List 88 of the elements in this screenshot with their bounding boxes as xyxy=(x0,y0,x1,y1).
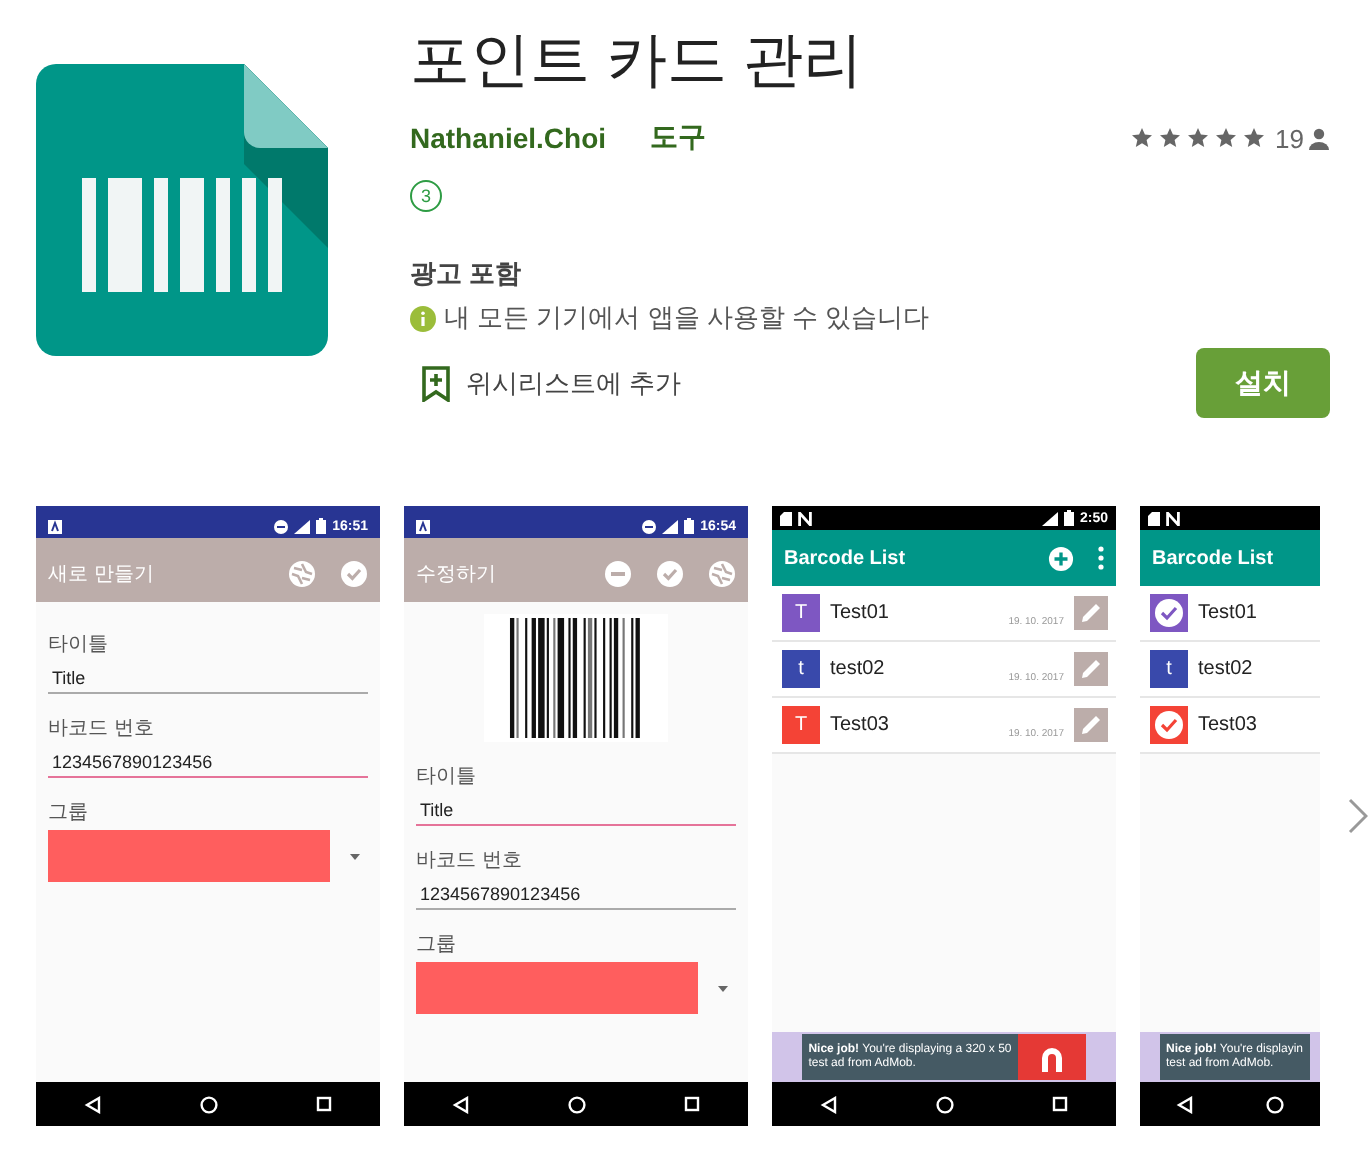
star-icon xyxy=(1213,126,1238,150)
next-arrow-icon[interactable] xyxy=(1348,798,1368,834)
nfc-icon xyxy=(1166,511,1180,525)
pencil-icon xyxy=(1080,658,1102,680)
do-not-disturb-icon xyxy=(274,519,289,533)
ad-logo-icon xyxy=(1017,1034,1086,1080)
check-icon[interactable] xyxy=(656,560,684,588)
letter-avatar[interactable]: T xyxy=(782,706,820,744)
field-label: 타이틀 xyxy=(416,764,478,790)
edit-button[interactable] xyxy=(1074,652,1108,686)
field-label: 바코드 번호 xyxy=(48,716,156,742)
item-name: Test01 xyxy=(1198,602,1257,624)
check-icon[interactable] xyxy=(340,560,368,588)
edit-button[interactable] xyxy=(1074,596,1108,630)
bookmark-add-icon xyxy=(422,365,450,401)
developer-link[interactable]: Nathaniel.Choi xyxy=(410,122,607,154)
recents-icon[interactable] xyxy=(1051,1096,1068,1112)
input-field[interactable]: Title xyxy=(416,794,736,826)
shutter-icon[interactable] xyxy=(708,560,736,588)
wishlist-button[interactable]: 위시리스트에 추가 xyxy=(410,357,694,409)
home-icon[interactable] xyxy=(567,1095,586,1113)
input-field[interactable]: 1234567890123456 xyxy=(48,746,368,778)
item-name: Test01 xyxy=(830,602,889,624)
toolbar-title: 수정하기 xyxy=(416,562,496,588)
caret-icon xyxy=(350,853,360,859)
content-rating-badge: 3 xyxy=(410,180,442,212)
pencil-icon xyxy=(1080,714,1102,736)
signal-icon xyxy=(294,519,311,533)
field-label: 그룹 xyxy=(48,800,90,826)
signal-icon xyxy=(662,519,679,533)
sd-card-icon xyxy=(1148,511,1160,525)
recents-icon[interactable] xyxy=(683,1096,700,1112)
back-icon[interactable] xyxy=(820,1095,839,1113)
input-field[interactable]: 1234567890123456 xyxy=(416,878,736,910)
edit-button[interactable] xyxy=(1074,708,1108,742)
caret-icon xyxy=(718,985,728,991)
item-name: Test03 xyxy=(1198,714,1257,736)
letter-avatar[interactable]: T xyxy=(782,594,820,632)
nfc-icon xyxy=(798,511,812,525)
selected-avatar[interactable] xyxy=(1150,706,1188,744)
list-item[interactable]: t test02 xyxy=(1140,642,1320,698)
field-label: 바코드 번호 xyxy=(416,848,524,874)
battery-icon xyxy=(1063,510,1074,526)
do-not-disturb-icon xyxy=(642,519,657,533)
selected-avatar[interactable] xyxy=(1150,594,1188,632)
toolbar-title: Barcode List xyxy=(1152,547,1274,569)
notification-icon xyxy=(416,519,430,533)
add-icon[interactable] xyxy=(1048,545,1074,571)
home-icon[interactable] xyxy=(935,1095,954,1113)
sd-card-icon xyxy=(780,511,792,525)
item-name: Test03 xyxy=(830,714,889,736)
field-label: 타이틀 xyxy=(48,632,110,658)
field-label: 그룹 xyxy=(416,932,458,958)
availability-text: 내 모든 기기에서 앱을 사용할 수 있습니다 xyxy=(444,300,930,336)
category-link[interactable]: 도구 xyxy=(650,120,707,156)
person-icon xyxy=(1308,127,1330,149)
ads-label: 광고 포함 xyxy=(410,256,524,292)
home-icon[interactable] xyxy=(1266,1095,1284,1113)
back-icon[interactable] xyxy=(452,1095,471,1113)
shutter-icon[interactable] xyxy=(288,560,316,588)
info-icon xyxy=(410,305,436,331)
back-icon[interactable] xyxy=(1176,1095,1194,1113)
list-item[interactable]: Test03 xyxy=(1140,698,1320,754)
star-icon xyxy=(1185,126,1210,150)
toolbar-title: Barcode List xyxy=(784,547,906,569)
item-name: test02 xyxy=(830,658,885,680)
app-title: 포인트 카드 관리 xyxy=(410,26,866,98)
minus-icon[interactable] xyxy=(604,560,632,588)
battery-icon xyxy=(316,518,327,534)
letter-avatar[interactable]: t xyxy=(782,650,820,688)
star-icon xyxy=(1157,126,1182,150)
signal-icon xyxy=(1041,511,1058,525)
star-icon xyxy=(1129,126,1154,150)
input-field[interactable]: Title xyxy=(48,662,368,694)
star-icon xyxy=(1241,126,1266,150)
pencil-icon xyxy=(1080,602,1102,624)
notification-icon xyxy=(48,519,62,533)
app-icon xyxy=(36,64,328,356)
item-name: test02 xyxy=(1198,658,1253,680)
list-item[interactable]: Test01 xyxy=(1140,586,1320,642)
more-icon[interactable] xyxy=(1098,546,1104,570)
rating-count: 19 xyxy=(1275,123,1304,153)
home-icon[interactable] xyxy=(199,1095,218,1113)
battery-icon xyxy=(684,518,695,534)
toolbar-title: 새로 만들기 xyxy=(48,562,154,588)
back-icon[interactable] xyxy=(84,1095,103,1113)
letter-avatar[interactable]: t xyxy=(1150,650,1188,688)
recents-icon[interactable] xyxy=(315,1096,332,1112)
